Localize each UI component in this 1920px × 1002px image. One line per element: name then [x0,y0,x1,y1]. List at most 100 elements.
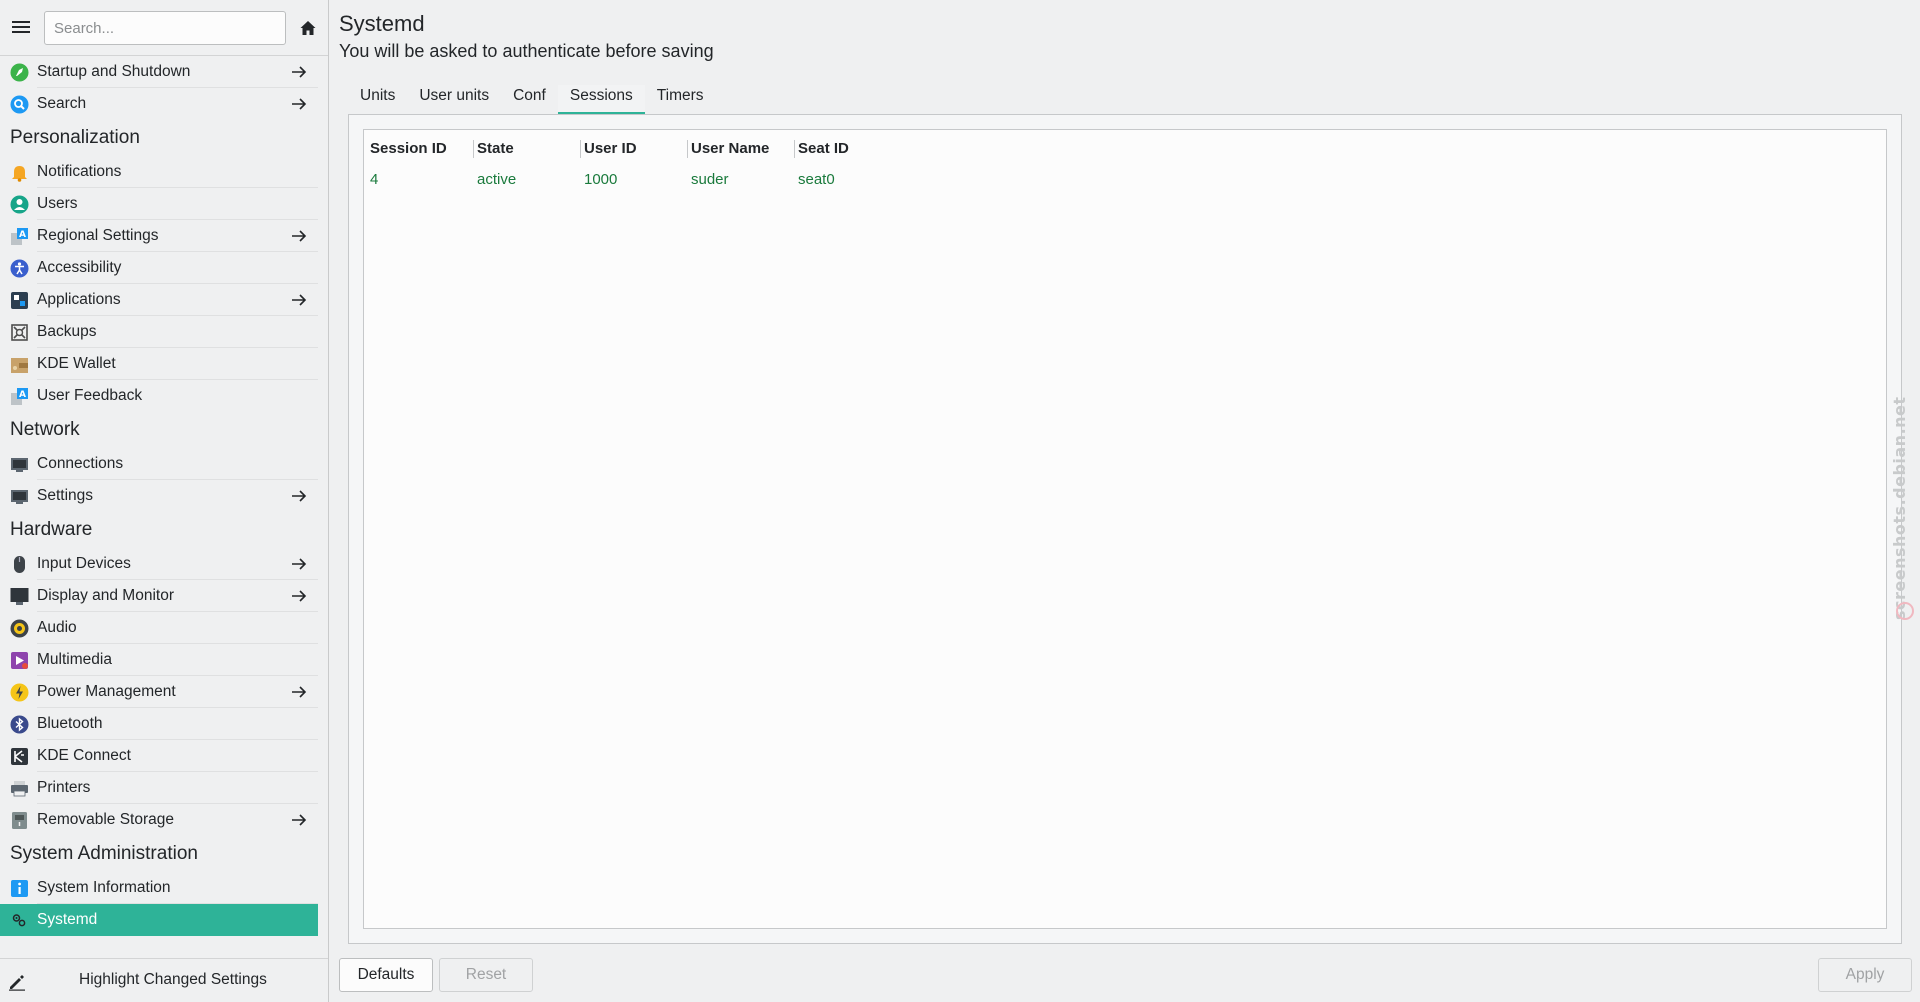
sidebar-item-label: Startup and Shutdown [37,63,191,80]
table-cell: 4 [370,170,379,188]
arrow-right-icon [292,686,307,698]
tab-conf[interactable]: Conf [501,85,558,113]
highlight-changed-settings-button[interactable]: Highlight Changed Settings [79,971,267,989]
sidebar-item-label: KDE Connect [37,747,131,764]
sidebar-item-settings[interactable]: Settings [0,480,328,512]
sidebar-item-user-feedback[interactable]: A User Feedback [0,380,328,412]
sidebar-item-label: Removable Storage [37,811,174,828]
sidebar-item-label: Printers [37,779,91,796]
sidebar-item-system-information[interactable]: System Information [0,872,328,904]
sidebar-item-power-management[interactable]: Power Management [0,676,328,708]
column-header-session-id[interactable]: Session ID [366,138,473,160]
sidebar-footer: Highlight Changed Settings [0,958,328,1002]
sidebar-item-notifications[interactable]: Notifications [0,156,328,188]
sidebar-item-kde-wallet[interactable]: KDE Wallet [0,348,328,380]
sidebar-item-label: Notifications [37,163,122,180]
sidebar-item-label: Display and Monitor [37,587,174,604]
sidebar-section-header: Hardware [10,519,93,540]
monitor-settings-icon [11,490,28,504]
main-content: Systemd You will be asked to authenticat… [330,0,1920,1002]
defaults-button[interactable]: Defaults [339,958,433,992]
sidebar-item-label: Multimedia [37,651,112,668]
column-header-user-name[interactable]: User Name [687,138,794,160]
kdeconnect-icon [11,748,28,765]
display-icon [10,588,29,605]
table-row[interactable]: 4 active 1000 suder seat0 [366,164,894,194]
sidebar-item-label: KDE Wallet [37,355,116,372]
sidebar-item-connections[interactable]: Connections [0,448,328,480]
table-cell: suder [691,170,729,188]
sidebar-item-accessibility[interactable]: Accessibility [0,252,328,284]
power-icon [10,683,29,702]
sidebar-item-label: Backups [37,323,97,340]
reset-button[interactable]: Reset [439,958,533,992]
mouse-icon [14,556,25,573]
arrow-right-icon [292,230,307,242]
sidebar-item-backups[interactable]: Backups [0,316,328,348]
column-header-seat-id[interactable]: Seat ID [794,138,894,160]
sidebar-item-label: Accessibility [37,259,122,276]
arrow-right-icon [292,590,307,602]
home-icon[interactable] [298,18,318,38]
sidebar-item-search[interactable]: Search [0,88,328,120]
systemd-icon [12,914,26,927]
sidebar-item-label: Power Management [37,683,176,700]
hamburger-menu-icon[interactable] [12,18,30,36]
sidebar-item-label: Systemd [37,911,98,928]
sidebar-item-users[interactable]: Users [0,188,328,220]
sidebar-item-audio[interactable]: Audio [0,612,328,644]
arrow-right-icon [292,814,307,826]
sidebar-section-header: Network [10,419,80,440]
sidebar: Startup and Shutdown Search Personalizatio… [0,0,329,1002]
printer-icon [11,781,28,797]
multimedia-icon [11,652,28,669]
rocket-icon [10,63,29,82]
user-icon [10,195,29,214]
sidebar-item-applications[interactable]: Applications [0,284,328,316]
search-input[interactable] [44,11,286,45]
monitor-network-icon [11,458,28,472]
sidebar-section-header: System Administration [10,843,198,864]
language-icon: A [11,228,28,245]
arrow-right-icon [292,98,307,110]
page-title: Systemd [339,11,425,36]
sidebar-item-removable-storage[interactable]: Removable Storage [0,804,328,836]
sidebar-item-input-devices[interactable]: Input Devices [0,548,328,580]
wallet-icon [11,358,28,373]
sidebar-item-label: Bluetooth [37,715,103,732]
tab-sessions[interactable]: Sessions [557,85,645,114]
sidebar-item-bluetooth[interactable]: Bluetooth [0,708,328,740]
tab-user-units[interactable]: User units [407,85,501,113]
sidebar-item-label: Search [37,95,87,112]
page-subtitle: You will be asked to authenticate before… [339,41,714,61]
accessibility-icon [10,259,29,278]
column-header-state[interactable]: State [473,138,580,160]
sidebar-item-systemd[interactable]: Systemd [0,904,318,936]
tab-timers[interactable]: Timers [645,85,716,113]
tab-bar: Units User units Conf Sessions Timers [348,85,716,114]
sidebar-item-label: Settings [37,487,94,504]
feedback-icon: A [11,388,28,405]
magnifier-icon [10,95,29,114]
pencil-icon [9,975,25,991]
apply-button[interactable]: Apply [1818,958,1912,992]
sidebar-item-startup-and-shutdown[interactable]: Startup and Shutdown [0,56,328,88]
svg-text:A: A [19,390,26,400]
sidebar-item-display-and-monitor[interactable]: Display and Monitor [0,580,328,612]
sidebar-item-kde-connect[interactable]: KDE Connect [0,740,328,772]
sidebar-item-label: Input Devices [37,555,131,572]
sidebar-section-header: Personalization [10,127,140,148]
applications-icon [11,292,28,309]
table-body: 4 active 1000 suder seat0 [366,164,894,194]
table-cell: 1000 [584,170,618,188]
sidebar-item-label: User Feedback [37,387,143,404]
sidebar-item-regional-settings[interactable]: A Regional Settings [0,220,328,252]
backups-icon [11,324,28,341]
sidebar-item-printers[interactable]: Printers [0,772,328,804]
tab-units[interactable]: Units [348,85,407,113]
system-settings-window: Startup and Shutdown Search Personalizatio… [0,0,1920,1002]
sidebar-item-label: Applications [37,291,121,308]
column-header-user-id[interactable]: User ID [580,138,687,160]
sidebar-item-multimedia[interactable]: Multimedia [0,644,328,676]
sidebar-item-label: Regional Settings [37,227,159,244]
